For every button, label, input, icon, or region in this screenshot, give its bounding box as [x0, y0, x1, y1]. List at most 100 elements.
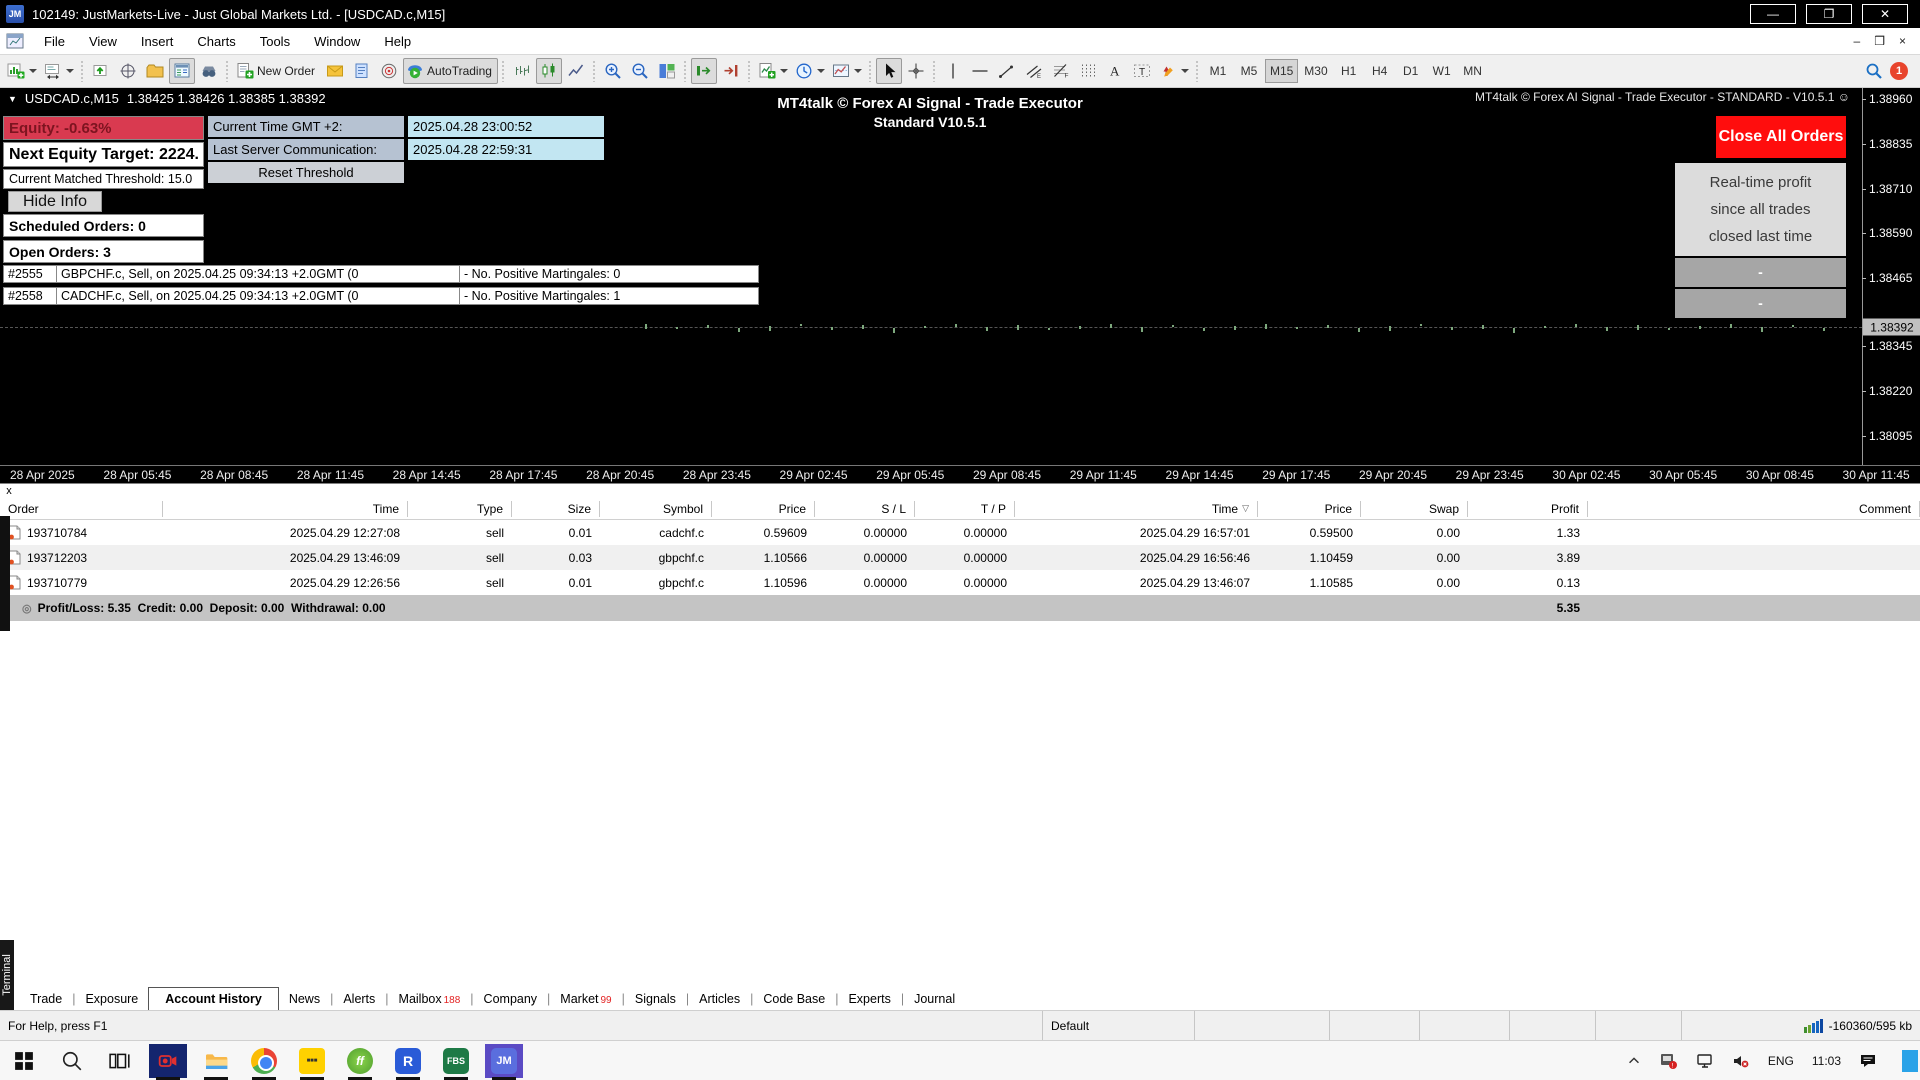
indicators-button[interactable]	[755, 58, 791, 84]
column-header-comment[interactable]: Comment	[1588, 500, 1920, 517]
task-view-button[interactable]	[96, 1041, 144, 1080]
r-app[interactable]: R	[384, 1041, 432, 1080]
trendline-button[interactable]	[994, 58, 1020, 84]
timeframe-mn[interactable]: MN	[1458, 59, 1488, 83]
horizontal-line-button[interactable]	[967, 58, 993, 84]
timeframe-m5[interactable]: M5	[1234, 59, 1264, 83]
column-header-type[interactable]: Type	[408, 500, 512, 517]
terminal-toggle-button[interactable]	[169, 58, 195, 84]
tray-volume-muted-icon[interactable]	[1723, 1041, 1759, 1080]
chart-area[interactable]: ▼ USDCAD.c,M15 1.38425 1.38426 1.38385 1…	[0, 88, 1920, 483]
column-header-size[interactable]: Size	[512, 500, 600, 517]
autotrading-button[interactable]: AutoTrading	[403, 58, 498, 84]
label-button[interactable]: T	[1129, 58, 1155, 84]
menu-help[interactable]: Help	[372, 30, 423, 53]
close-all-orders-button[interactable]: Close All Orders	[1716, 116, 1846, 158]
dropdown-caret-icon[interactable]	[29, 69, 37, 73]
menu-file[interactable]: File	[32, 30, 77, 53]
bar-chart-button[interactable]	[509, 58, 535, 84]
dropdown-caret-icon[interactable]	[853, 69, 862, 73]
dropdown-caret-icon[interactable]	[66, 69, 74, 73]
screen-recorder-app[interactable]	[144, 1041, 192, 1080]
zoom-out-button[interactable]	[627, 58, 653, 84]
chart-shift-button[interactable]	[718, 58, 744, 84]
terminal-close-icon[interactable]: x	[3, 485, 15, 497]
table-row[interactable]: 193710784 2025.04.29 12:27:08 sell 0.01 cadc…	[0, 520, 1920, 545]
column-header-close_time[interactable]: Time ▽	[1015, 500, 1258, 517]
ff-app[interactable]: ff	[336, 1041, 384, 1080]
tab-articles[interactable]: Articles	[689, 988, 750, 1010]
column-header-time[interactable]: Time	[163, 500, 408, 517]
file-explorer-app[interactable]	[192, 1041, 240, 1080]
table-row[interactable]: 193710779 2025.04.29 12:26:56 sell 0.01 gbpc…	[0, 570, 1920, 595]
timeframe-m30[interactable]: M30	[1299, 59, 1332, 83]
menu-view[interactable]: View	[77, 30, 129, 53]
fibonacci-button[interactable]: F	[1048, 58, 1074, 84]
yellow-app[interactable]: ■■■	[288, 1041, 336, 1080]
dropdown-caret-icon[interactable]	[816, 69, 825, 73]
timeframe-h4[interactable]: H4	[1365, 59, 1395, 83]
strategy-tester-button[interactable]	[196, 58, 222, 84]
column-header-close_price[interactable]: Price	[1258, 500, 1361, 517]
metaeditor-button[interactable]	[322, 58, 348, 84]
new-chart-button[interactable]	[4, 58, 40, 84]
zoom-in-button[interactable]	[600, 58, 626, 84]
periods-button[interactable]	[792, 58, 828, 84]
tab-journal[interactable]: Journal	[904, 988, 965, 1010]
tray-chevron-icon[interactable]	[1617, 1041, 1651, 1080]
tab-signals[interactable]: Signals	[625, 988, 686, 1010]
menu-insert[interactable]: Insert	[129, 30, 186, 53]
menu-window[interactable]: Window	[302, 30, 372, 53]
tab-alerts[interactable]: Alerts	[333, 988, 385, 1010]
templates-button[interactable]	[829, 58, 865, 84]
tab-experts[interactable]: Experts	[838, 988, 900, 1010]
tab-market[interactable]: Market 99	[550, 988, 621, 1010]
profiles-button[interactable]	[41, 58, 77, 84]
column-header-symbol[interactable]: Symbol	[600, 500, 712, 517]
dropdown-caret-icon[interactable]	[779, 69, 788, 73]
column-header-tp[interactable]: T / P	[915, 500, 1015, 517]
tray-notification-icon[interactable]	[1850, 1041, 1886, 1080]
column-header-price[interactable]: Price	[712, 500, 815, 517]
timeframe-m1[interactable]: M1	[1203, 59, 1233, 83]
vertical-line-button[interactable]	[940, 58, 966, 84]
candlestick-chart-button[interactable]	[535, 58, 562, 84]
dropdown-caret-icon[interactable]	[1180, 69, 1189, 73]
tab-news[interactable]: News	[279, 988, 330, 1010]
notification-badge[interactable]: 1	[1890, 62, 1908, 80]
script-button[interactable]	[349, 58, 375, 84]
tray-alert-app-icon[interactable]: !	[1651, 1041, 1687, 1080]
reset-threshold-button[interactable]: Reset Threshold	[208, 162, 404, 183]
hide-info-button[interactable]: Hide Info	[8, 191, 102, 212]
restore-button[interactable]: ❐	[1806, 4, 1852, 24]
tab-company[interactable]: Company	[474, 988, 548, 1010]
tab-mailbox[interactable]: Mailbox 188	[389, 988, 471, 1010]
crosshair-button[interactable]	[903, 58, 929, 84]
tile-windows-button[interactable]	[654, 58, 680, 84]
fbs-app[interactable]: FBS	[432, 1041, 480, 1080]
cycle-lines-button[interactable]	[1075, 58, 1101, 84]
tray-language[interactable]: ENG	[1759, 1041, 1803, 1080]
new-order-button[interactable]: New Order	[233, 58, 321, 84]
search-button[interactable]	[1861, 58, 1887, 84]
child-restore-button[interactable]: ❒	[1874, 34, 1885, 48]
tray-clock[interactable]: 11:03	[1803, 1041, 1850, 1080]
peek-window-icon[interactable]	[1902, 1049, 1918, 1072]
options-button[interactable]	[376, 58, 402, 84]
jm-app[interactable]: JM	[480, 1041, 528, 1080]
text-button[interactable]: A	[1102, 58, 1128, 84]
data-window-button[interactable]	[115, 58, 141, 84]
timeframe-h1[interactable]: H1	[1334, 59, 1364, 83]
search-button[interactable]	[48, 1041, 96, 1080]
child-minimize-button[interactable]: –	[1854, 34, 1861, 48]
menu-tools[interactable]: Tools	[248, 30, 302, 53]
channel-button[interactable]: E	[1021, 58, 1047, 84]
minimize-button[interactable]: —	[1750, 4, 1796, 24]
column-header-sl[interactable]: S / L	[815, 500, 915, 517]
refresh-button[interactable]	[88, 58, 114, 84]
menu-charts[interactable]: Charts	[185, 30, 247, 53]
timeframe-d1[interactable]: D1	[1396, 59, 1426, 83]
chrome-app[interactable]	[240, 1041, 288, 1080]
timeframe-w1[interactable]: W1	[1427, 59, 1457, 83]
arrows-button[interactable]	[1156, 58, 1192, 84]
